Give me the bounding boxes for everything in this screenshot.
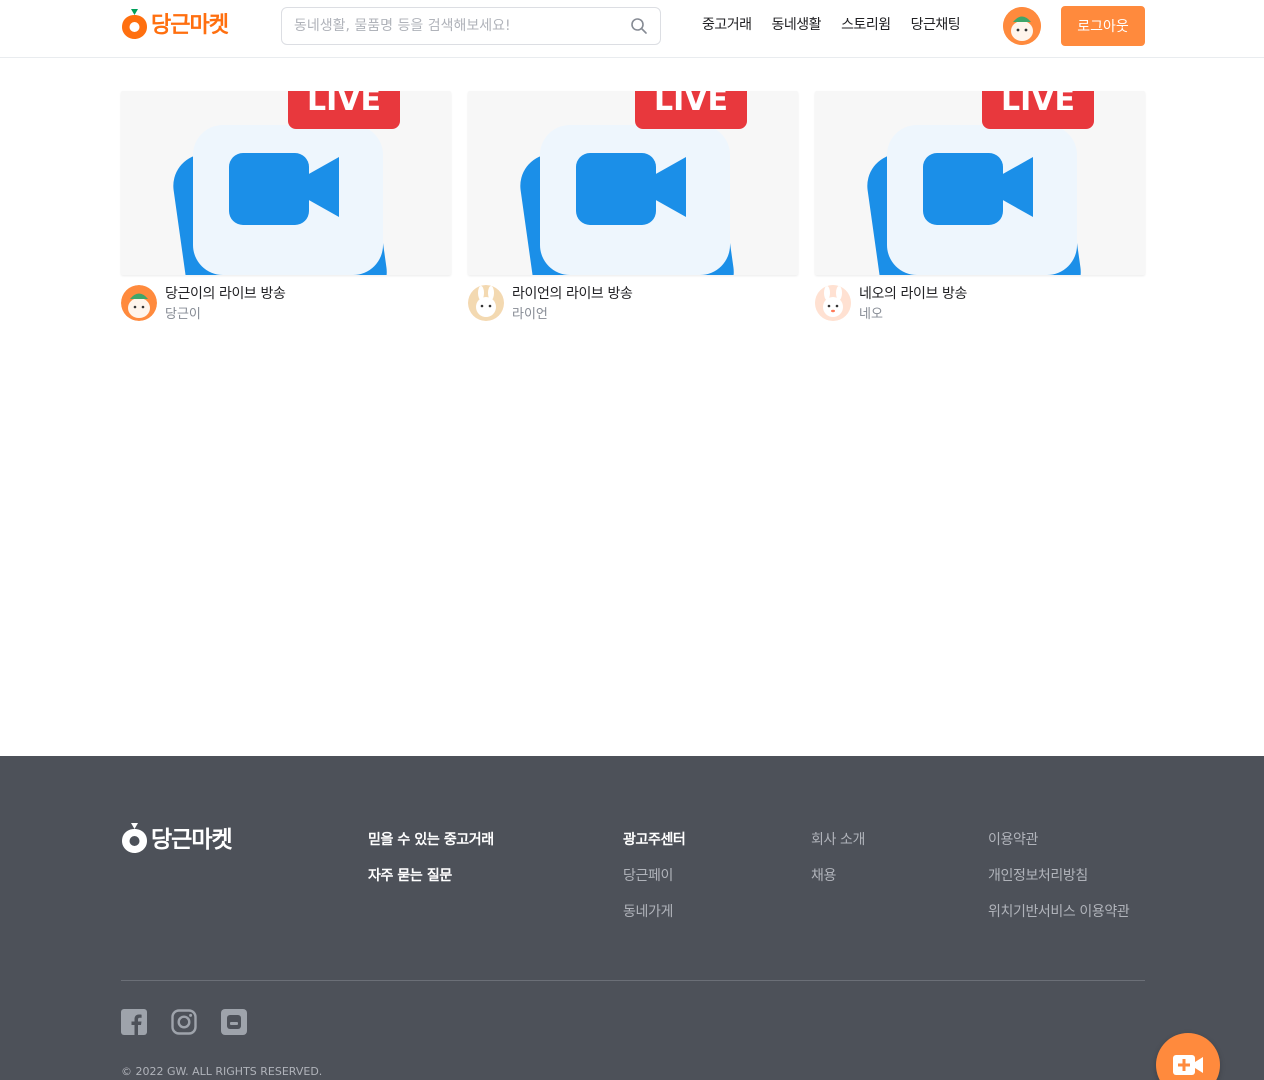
footer-link-privacy[interactable]: 개인정보처리방침 <box>988 866 1129 886</box>
card-info: 라이언의 라이브 방송 라이언 <box>468 285 798 325</box>
footer-column-2: 광고주센터 당근페이 동네가게 <box>623 830 686 922</box>
search-input[interactable] <box>294 18 630 34</box>
live-author: 네오 <box>859 307 883 322</box>
live-badge-text: LIVE <box>1001 91 1075 118</box>
logo-text: 당근마켓 <box>151 13 229 38</box>
logo[interactable]: 당근마켓 <box>121 6 229 40</box>
live-badge-text: LIVE <box>654 91 728 118</box>
footer-link-trusted-trade[interactable]: 믿을 수 있는 중고거래 <box>368 830 494 850</box>
author-avatar <box>121 285 157 321</box>
search-icon[interactable] <box>630 17 648 35</box>
nav-used-trade[interactable]: 중고거래 <box>702 14 752 34</box>
nav-neighborhood[interactable]: 동네생활 <box>772 14 822 34</box>
live-title[interactable]: 라이언의 라이브 방송 <box>512 285 633 303</box>
live-author: 라이언 <box>512 307 548 322</box>
live-thumbnail[interactable]: LIVE <box>815 91 1145 275</box>
video-add-icon <box>1173 1055 1203 1075</box>
live-card[interactable]: LIVE 당근이의 라이브 방송 당근이 <box>121 91 451 325</box>
footer-link-ad-center[interactable]: 광고주센터 <box>623 830 686 850</box>
footer-link-faq[interactable]: 자주 묻는 질문 <box>368 866 494 886</box>
logout-button[interactable]: 로그아웃 <box>1061 6 1145 46</box>
live-list: LIVE 당근이의 라이브 방송 당근이 LIVE 라이언의 라이브 방송 라이… <box>121 91 1145 325</box>
footer-link-location-terms[interactable]: 위치기반서비스 이용약관 <box>988 902 1130 922</box>
footer-column-1: 믿을 수 있는 중고거래 자주 묻는 질문 <box>368 830 494 886</box>
facebook-icon[interactable] <box>121 1009 147 1035</box>
nav-story[interactable]: 스토리윔 <box>841 14 891 34</box>
footer: 당근마켓 믿을 수 있는 중고거래 자주 묻는 질문 광고주센터 당근페이 동네… <box>0 756 1264 1080</box>
footer-divider <box>121 980 1145 981</box>
live-author: 당근이 <box>165 307 201 322</box>
footer-column-3: 회사 소개 채용 <box>811 830 865 886</box>
author-avatar <box>815 285 851 321</box>
card-info: 당근이의 라이브 방송 당근이 <box>121 285 451 325</box>
author-avatar <box>468 285 504 321</box>
live-card[interactable]: LIVE 네오의 라이브 방송 네오 <box>815 91 1145 325</box>
bunny-character-icon <box>815 285 851 321</box>
start-live-button[interactable] <box>1156 1033 1220 1080</box>
top-nav: 중고거래 동네생활 스토리윔 당근채팅 <box>702 14 961 34</box>
carrot-logo-icon <box>122 8 147 39</box>
search-bar[interactable] <box>281 7 661 45</box>
live-title[interactable]: 네오의 라이브 방송 <box>859 285 967 303</box>
live-thumbnail[interactable]: LIVE <box>121 91 451 275</box>
nav-chat[interactable]: 당근채팅 <box>911 14 961 34</box>
carrot-character-icon <box>1003 7 1041 45</box>
footer-link-local-stores[interactable]: 동네가게 <box>623 902 685 922</box>
live-video-icon: LIVE <box>121 91 451 275</box>
footer-logo[interactable]: 당근마켓 <box>121 820 233 854</box>
live-badge-text: LIVE <box>307 91 381 118</box>
footer-column-4: 이용약관 개인정보처리방침 위치기반서비스 이용약관 <box>988 830 1130 922</box>
live-card[interactable]: LIVE 라이언의 라이브 방송 라이언 <box>468 91 798 325</box>
social-links <box>121 1009 247 1035</box>
user-avatar[interactable] <box>1003 7 1041 45</box>
footer-logo-text: 당근마켓 <box>151 827 233 853</box>
footer-link-careers[interactable]: 채용 <box>811 866 865 886</box>
live-title[interactable]: 당근이의 라이브 방송 <box>165 285 286 303</box>
carrot-character-icon <box>121 285 157 321</box>
blog-icon[interactable] <box>221 1009 247 1035</box>
footer-link-about[interactable]: 회사 소개 <box>811 830 865 850</box>
live-video-icon: LIVE <box>815 91 1145 275</box>
live-thumbnail[interactable]: LIVE <box>468 91 798 275</box>
card-info: 네오의 라이브 방송 네오 <box>815 285 1145 325</box>
header: 당근마켓 중고거래 동네생활 스토리윔 당근채팅 로그아웃 <box>0 0 1264 58</box>
live-video-icon: LIVE <box>468 91 798 275</box>
copyright: © 2022 GW. ALL RIGHTS RESERVED. <box>121 1065 323 1078</box>
rabbit-character-icon <box>468 285 504 321</box>
footer-link-pay[interactable]: 당근페이 <box>623 866 685 886</box>
carrot-logo-icon <box>122 823 147 853</box>
footer-link-terms[interactable]: 이용약관 <box>988 830 1129 850</box>
instagram-icon[interactable] <box>171 1009 197 1035</box>
